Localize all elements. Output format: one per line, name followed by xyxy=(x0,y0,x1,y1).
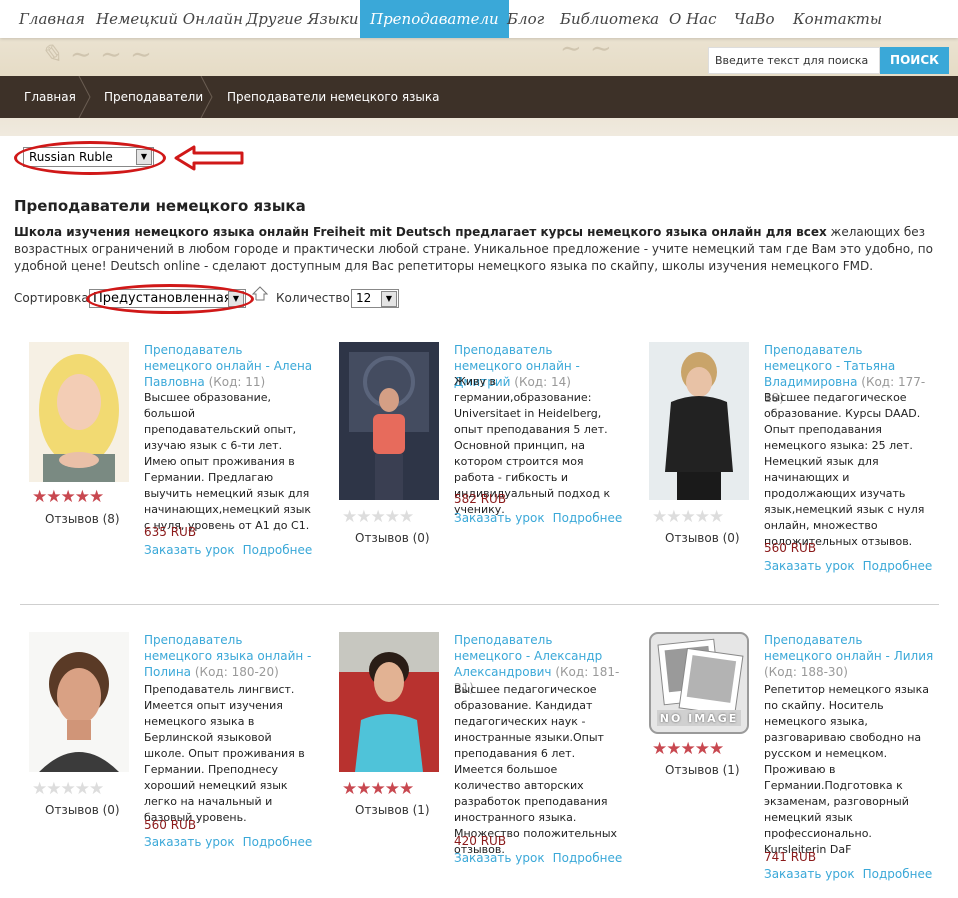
nav-item-blog[interactable]: Блог xyxy=(507,0,544,38)
teacher-price: 582 RUB xyxy=(454,492,507,506)
nav-item-other-languages[interactable]: Другие Языки xyxy=(246,0,359,38)
teacher-card: ★★★★★ Отзывов (0) Преподаватель немецког… xyxy=(29,632,319,852)
breadcrumb-current: Преподаватели немецкого языка xyxy=(227,90,440,104)
teacher-description: Преподаватель лингвист. Имеется опыт изу… xyxy=(144,683,305,824)
row-divider xyxy=(20,604,939,605)
details-link[interactable]: Подробнее xyxy=(863,867,933,881)
details-link[interactable]: Подробнее xyxy=(243,835,313,849)
teacher-name-link[interactable]: Преподаватель немецкого языка онлайн - П… xyxy=(144,632,314,680)
teacher-card: ★★★★★ Отзывов (0) Преподаватель немецког… xyxy=(339,342,629,545)
teacher-name-link[interactable]: Преподаватель немецкого онлайн - Алена П… xyxy=(144,342,314,390)
teacher-price: 420 RUB xyxy=(454,834,507,848)
teacher-price: 560 RUB xyxy=(144,818,197,832)
teacher-name-link[interactable]: Преподаватель немецкого онлайн - Лилия (… xyxy=(764,632,934,680)
rating-stars: ★★★★★ xyxy=(342,507,414,527)
reviews-count: Отзывов (0) xyxy=(45,803,120,817)
search-input[interactable]: Введите текст для поиска xyxy=(708,47,880,74)
details-link[interactable]: Подробнее xyxy=(863,559,933,573)
intro-bold-text: Школа изучения немецкого языка онлайн Fr… xyxy=(14,225,827,239)
breadcrumb-separator-icon xyxy=(200,76,213,118)
page-title: Преподаватели немецкого языка xyxy=(14,197,306,215)
annotation-highlight-oval xyxy=(86,284,254,314)
search-button[interactable]: ПОИСК xyxy=(880,47,949,74)
teacher-card: ★★★★★ Отзывов (1) Преподаватель немецког… xyxy=(339,632,629,872)
teacher-description: Высшее педагогическое образование. Канди… xyxy=(454,683,618,856)
annotation-highlight-oval xyxy=(14,141,166,175)
teacher-description: Высшее образование, большой преподавател… xyxy=(144,391,312,532)
quantity-label: Количество: xyxy=(276,291,354,305)
quantity-select[interactable]: 12 ▼ xyxy=(351,289,399,308)
rating-stars: ★★★★★ xyxy=(32,779,104,799)
rating-stars: ★★★★★ xyxy=(342,779,414,799)
teacher-description: Высшее педагогическое образование. Курсы… xyxy=(764,391,925,548)
teacher-price: 741 RUB xyxy=(764,850,817,864)
nav-item-faq[interactable]: ЧаВо xyxy=(734,0,775,38)
teacher-card: ★★★★★ Отзывов (0) Преподаватель немецког… xyxy=(649,342,939,577)
order-lesson-link[interactable]: Заказать урок xyxy=(764,559,855,573)
teacher-title: Преподаватель немецкого онлайн - Лилия xyxy=(764,633,934,663)
background-script-decoration: ∼ ∼ xyxy=(560,34,612,64)
reviews-count: Отзывов (1) xyxy=(665,763,740,777)
breadcrumb-teachers[interactable]: Преподаватели xyxy=(104,76,203,118)
quantity-select-value: 12 xyxy=(356,291,372,305)
teacher-description: Репетитор немецкого языка по скайпу. Нос… xyxy=(764,683,929,856)
sort-label: Сортировка: xyxy=(14,291,93,305)
rating-stars: ★★★★★ xyxy=(652,507,724,527)
rating-stars: ★★★★★ xyxy=(652,739,724,759)
sort-direction-icon[interactable] xyxy=(252,286,268,302)
teacher-photo[interactable] xyxy=(339,342,439,500)
teacher-card: NO IMAGE ★★★★★ Отзывов (1) Преподаватель… xyxy=(649,632,939,890)
teacher-photo[interactable] xyxy=(649,342,749,500)
details-link[interactable]: Подробнее xyxy=(553,851,623,865)
reviews-count: Отзывов (0) xyxy=(355,531,430,545)
nav-item-contacts[interactable]: Контакты xyxy=(793,0,882,38)
intro-text: Школа изучения немецкого языка онлайн Fr… xyxy=(14,224,944,275)
teacher-code: (Код: 180-20) xyxy=(194,665,279,679)
teacher-photo[interactable] xyxy=(339,632,439,772)
rating-stars: ★★★★★ xyxy=(32,487,104,507)
nav-item-home[interactable]: Главная xyxy=(19,0,85,38)
teacher-price: 635 RUB xyxy=(144,525,197,539)
teacher-price: 560 RUB xyxy=(764,541,817,555)
nav-item-library[interactable]: Библиотека xyxy=(560,0,659,38)
chevron-down-icon: ▼ xyxy=(381,291,397,307)
reviews-count: Отзывов (0) xyxy=(665,531,740,545)
reviews-count: Отзывов (1) xyxy=(355,803,430,817)
reviews-count: Отзывов (8) xyxy=(45,512,120,526)
annotation-arrow-icon xyxy=(174,145,244,171)
teacher-photo[interactable] xyxy=(29,342,129,482)
details-link[interactable]: Подробнее xyxy=(243,543,313,557)
breadcrumb-separator-icon xyxy=(78,76,91,118)
breadcrumb-home[interactable]: Главная xyxy=(24,76,76,118)
breadcrumb: Главная Преподаватели Преподаватели неме… xyxy=(0,76,958,118)
no-image-label: NO IMAGE xyxy=(659,712,739,725)
nav-item-teachers[interactable]: Преподаватели xyxy=(360,0,509,38)
nav-item-about[interactable]: О Нас xyxy=(669,0,717,38)
background-script-decoration: ✎ ∼ ∼ ∼ xyxy=(40,40,152,70)
order-lesson-link[interactable]: Заказать урок xyxy=(144,543,235,557)
order-lesson-link[interactable]: Заказать урок xyxy=(144,835,235,849)
teacher-photo[interactable] xyxy=(29,632,129,772)
main-nav: Главная Немецкий Онлайн Другие Языки Пре… xyxy=(0,0,958,38)
order-lesson-link[interactable]: Заказать урок xyxy=(454,511,545,525)
teacher-code: (Код: 11) xyxy=(208,375,266,389)
nav-item-german-online[interactable]: Немецкий Онлайн xyxy=(96,0,243,38)
order-lesson-link[interactable]: Заказать урок xyxy=(454,851,545,865)
order-lesson-link[interactable]: Заказать урок xyxy=(764,867,855,881)
teacher-code: (Код: 188-30) xyxy=(764,665,848,679)
details-link[interactable]: Подробнее xyxy=(553,511,623,525)
teacher-card: ★★★★★ Отзывов (8) Преподаватель немецког… xyxy=(29,342,319,562)
